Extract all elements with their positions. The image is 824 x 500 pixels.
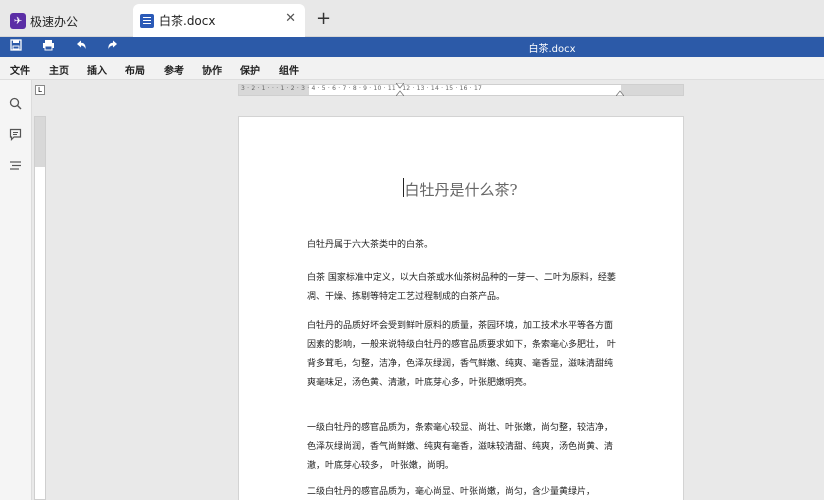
quick-access-toolbar: 白茶.docx [0,37,824,57]
ruler-numbers: 3 · 2 · 1 · · · 1 · 2 · 3 · 4 · 5 · 6 · … [241,85,483,92]
navigation-icon[interactable] [9,159,23,173]
tab-home[interactable]: ✈ 极速办公 [0,5,132,37]
ruler-right-margin [621,85,683,95]
menu-home[interactable]: 主页 [49,62,69,77]
menu-bar: 文件 主页 插入 布局 参考 协作 保护 组件 [0,57,824,80]
menu-protect[interactable]: 保护 [240,62,260,77]
tab-bar: ✈ 极速办公 白茶.docx ✕ + [0,0,824,37]
left-indent-marker[interactable] [396,83,404,96]
menu-file[interactable]: 文件 [10,62,30,77]
app-logo-icon: ✈ [10,13,26,29]
paragraph[interactable]: 二级白牡丹的感官品质为，毫心尚显、叶张尚嫩，尚匀，含少量黄绿片， [307,483,619,500]
menu-collaborate[interactable]: 协作 [202,62,222,77]
tab-home-label: 极速办公 [30,14,79,29]
vertical-ruler[interactable] [34,116,46,500]
new-tab-button[interactable]: + [316,8,331,29]
ruler-top-margin [35,117,45,167]
menu-plugins[interactable]: 组件 [279,62,299,77]
paragraph[interactable]: 白茶 国家标准中定义，以大白茶或水仙茶树品种的一芽一、二叶为原料，经萎凋、干燥、… [307,269,619,307]
document-heading[interactable]: 白牡丹是什么茶? [239,179,683,200]
document-icon [140,13,154,28]
menu-references[interactable]: 参考 [164,62,184,77]
comment-icon[interactable] [9,128,23,142]
left-side-panel [0,80,32,500]
menu-insert[interactable]: 插入 [87,62,107,77]
menu-layout[interactable]: 布局 [125,62,145,77]
paragraph[interactable]: 白牡丹属于六大茶类中的白茶。 [307,236,619,255]
search-icon[interactable] [9,97,23,111]
paragraph[interactable]: 白牡丹的品质好坏会受到鲜叶原料的质量，茶园环境，加工技术水平等各方面因素的影响，… [307,317,619,393]
right-indent-marker[interactable] [616,83,624,96]
close-tab-button[interactable]: ✕ [285,11,296,26]
tab-document-label: 白茶.docx [159,14,216,28]
tab-document[interactable]: 白茶.docx ✕ [133,4,305,37]
window-title: 白茶.docx [528,44,576,55]
tab-stop-selector[interactable]: L [35,85,45,95]
paragraph[interactable]: 一级白牡丹的感官品质为，条索毫心较显、尚壮、叶张嫩，尚匀整，较洁净，色泽灰绿尚润… [307,419,619,476]
document-page[interactable]: 白牡丹是什么茶? 白牡丹属于六大茶类中的白茶。 白茶 国家标准中定义，以大白茶或… [238,116,684,500]
